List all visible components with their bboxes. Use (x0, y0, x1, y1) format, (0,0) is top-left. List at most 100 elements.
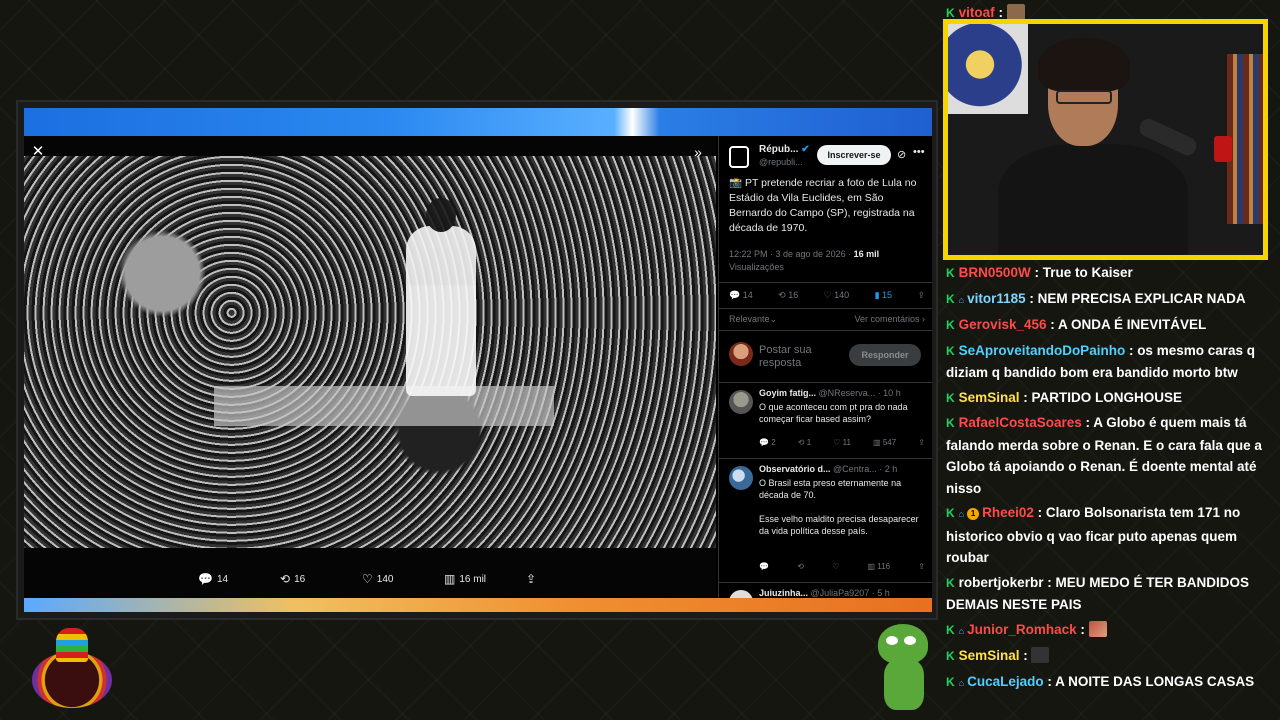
heart-icon: ♡ (833, 438, 841, 447)
repost-icon: ⟲ (797, 438, 805, 447)
share-icon[interactable]: ⇪ (918, 438, 925, 447)
reply-author[interactable]: Goyim fatig... @NReserva... · 10 h (759, 388, 901, 398)
badge-icon: K (946, 674, 955, 689)
chat-message: K ⌂ vitor1185 : NEM PRECISA EXPLICAR NADA (943, 288, 1273, 312)
avatar[interactable] (729, 390, 753, 414)
tweet-reply-stat[interactable]: 💬 14 (729, 290, 753, 306)
avatar (729, 342, 753, 366)
see-replies-link[interactable]: Ver comentários › (854, 314, 925, 324)
see-replies-label: Ver comentários (854, 314, 920, 324)
reply-icon: 💬 (729, 290, 741, 300)
bookmark-icon: ▮ (874, 290, 880, 300)
like-count: 140 (834, 290, 850, 300)
wallpaper-strip-bottom (24, 598, 932, 612)
views-count: 16 mil (459, 573, 487, 585)
badge-icon: K (946, 416, 955, 430)
mascot-hat (56, 628, 88, 662)
share-icon[interactable]: ⇪ (917, 290, 925, 306)
tweet-bookmark-stat[interactable]: ▮ 15 (875, 290, 892, 306)
like-action[interactable]: ♡ 140 (362, 572, 393, 586)
chat-username: Junior_Romhack (967, 621, 1077, 637)
share-icon[interactable]: ⇪ (918, 562, 925, 571)
reply-input[interactable]: Postar sua resposta (759, 344, 839, 370)
account-header: Répub... ✔ @republi... Inscrever-se ⊘ ••… (729, 142, 925, 170)
account-name[interactable]: Répub... ✔ (759, 144, 810, 155)
views-action[interactable]: ▥ 16 mil (444, 572, 486, 586)
reply-button[interactable]: Responder (849, 344, 921, 366)
reply-text: O que aconteceu com pt pra do nada começ… (759, 402, 908, 424)
tweet-repost-stat[interactable]: ⟲ 16 (778, 290, 798, 306)
reply-actions: 💬 ⟲ ♡ ▥ 116 ⇪ (759, 562, 925, 571)
bar-chart-icon: ▥ (867, 562, 876, 571)
reply-count: 14 (216, 573, 229, 585)
reply-author[interactable]: Juiuzinha... @JuliaPa9207 · 5 h (759, 588, 890, 598)
repost-icon: ⟲ (280, 572, 291, 586)
chat-username: vitoaf (958, 5, 995, 20)
reply-reply-stat[interactable]: 💬 2 (759, 438, 776, 447)
coin-badge: 1 (967, 508, 980, 520)
more-options-icon[interactable]: ••• (913, 146, 925, 158)
divider (719, 382, 932, 383)
sub-badge-icon: ⌂ (958, 509, 965, 519)
chat-message: K ⌂ 1 Rheei02 : Claro Bolsonarista tem 171 … (946, 505, 1241, 565)
chat-username: robertjokerbr (958, 574, 1044, 590)
tweet-media-modal: ✕ » 💬 14 ⟲ 16 ♡ 140 ▥ 16 mil ⇪ Répub... ✔ (24, 136, 932, 600)
heart-icon[interactable]: ♡ (832, 562, 839, 571)
grok-icon[interactable]: ⊘ (897, 148, 906, 161)
tweet-time[interactable]: 12:22 PM · 3 de ago de 2026 · (729, 249, 851, 259)
reply-views-stat[interactable]: ▥ 547 (873, 438, 896, 447)
chevron-down-icon: ⌄ (769, 314, 778, 324)
reply-author-name: Observatório d... (759, 464, 831, 474)
account-avatar[interactable] (729, 146, 749, 168)
like-count: 11 (842, 438, 851, 447)
heart-icon: ♡ (362, 572, 373, 586)
badge-icon: K (946, 575, 955, 590)
reply-repost-stat[interactable]: ⟲ 1 (798, 438, 811, 447)
chat-username: SemSinal (958, 648, 1020, 663)
repost-count: 1 (806, 438, 812, 447)
sub-badge-icon: ⌂ (958, 677, 965, 688)
reply-author[interactable]: Observatório d... @Centra... · 2 h (759, 464, 897, 474)
reply-count: 14 (742, 290, 753, 300)
divider (719, 282, 932, 283)
sort-dropdown[interactable]: Relevante⌄ (729, 314, 777, 324)
frog-head (878, 624, 928, 664)
crowd-photo[interactable] (24, 156, 716, 548)
sub-badge-icon: ⌂ (958, 625, 965, 636)
red-cup (1214, 136, 1232, 162)
chat-username: BRN0500W (958, 265, 1031, 280)
streamer-hair (1038, 38, 1130, 92)
browser-window: ✕ » 💬 14 ⟲ 16 ♡ 140 ▥ 16 mil ⇪ Répub... ✔ (16, 100, 938, 620)
badge-icon: K (946, 343, 955, 358)
sub-badge-icon: ⌂ (958, 294, 965, 305)
heart-icon: ♡ (823, 290, 832, 300)
reply-composer: Postar sua resposta Responder (729, 340, 925, 370)
reply-handle: @Centra... · 2 h (833, 464, 898, 474)
chat-username: SemSinal (958, 389, 1020, 405)
tweet-like-stat[interactable]: ♡ 140 (824, 290, 850, 306)
views-count: 116 (877, 562, 891, 571)
webcam-frame (943, 19, 1268, 260)
reply-sort-row: Relevante⌄ Ver comentários › (729, 314, 925, 325)
reply-action[interactable]: 💬 14 (198, 572, 228, 586)
chat-message: Krobertjokerbr : MEU MEDO É TER BANDIDOS… (946, 574, 1249, 613)
subscribe-button[interactable]: Inscrever-se (817, 145, 891, 165)
repost-icon[interactable]: ⟲ (797, 562, 804, 571)
share-action[interactable]: ⇪ (526, 572, 536, 586)
reply-like-stat[interactable]: ♡ 11 (833, 438, 851, 447)
webcam-feed (948, 24, 1263, 255)
chat-message: K SemSinal : PARTIDO LONGHOUSE (943, 387, 1273, 410)
reply-item[interactable]: Observatório d... @Centra... · 2 h O Bra… (729, 464, 925, 580)
reply-icon[interactable]: 💬 (759, 562, 769, 571)
reply-views-stat[interactable]: ▥ 116 (868, 562, 891, 571)
reply-icon: 💬 (759, 438, 769, 447)
reply-item[interactable]: Goyim fatig... @NReserva... · 10 h O que… (729, 388, 925, 456)
reply-author-name: Juiuzinha... (759, 588, 809, 598)
badge-icon: K (946, 266, 955, 280)
verified-badge-icon: ✔ (801, 144, 810, 155)
repost-action[interactable]: ⟲ 16 (280, 572, 305, 586)
tweet-side-panel: Répub... ✔ @republi... Inscrever-se ⊘ ••… (718, 136, 932, 600)
tweet-text: 📸 PT pretende recriar a foto de Lula no … (729, 177, 917, 234)
avatar[interactable] (729, 466, 753, 490)
mascot-left (28, 628, 112, 708)
